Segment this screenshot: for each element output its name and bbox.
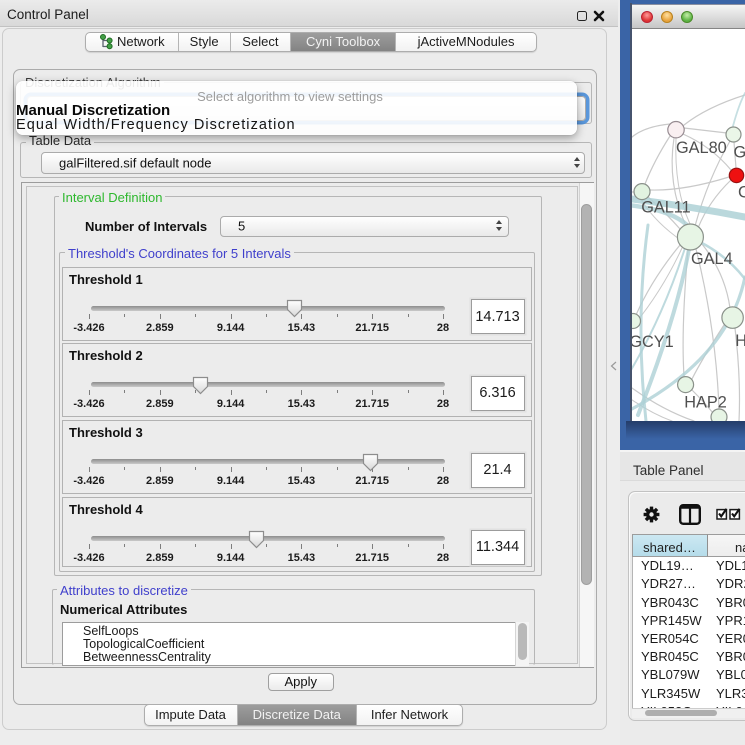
svg-text:GAL11: GAL11 <box>641 199 690 217</box>
svg-text:GAL80: GAL80 <box>676 139 727 157</box>
svg-text:GA: GA <box>734 144 745 162</box>
svg-text:C: C <box>738 184 745 202</box>
svg-text:HAP2: HAP2 <box>684 394 727 412</box>
svg-text:GCY1: GCY1 <box>632 333 674 351</box>
svg-text:GAL4: GAL4 <box>691 250 733 268</box>
svg-text:H: H <box>735 332 745 350</box>
